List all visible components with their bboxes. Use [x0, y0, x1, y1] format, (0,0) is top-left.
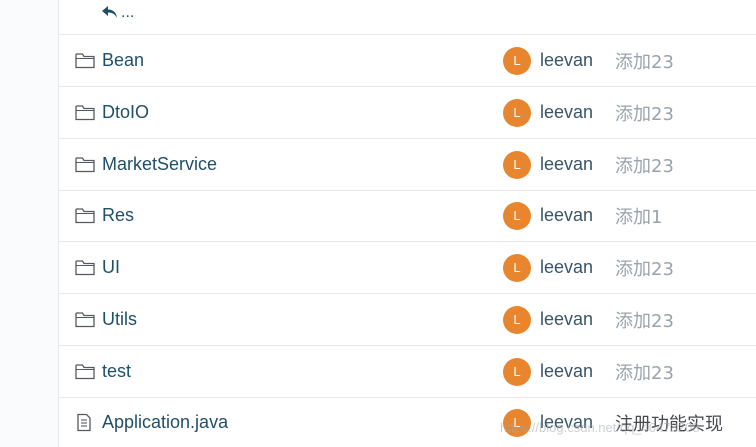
file-name-link[interactable]: MarketService: [75, 139, 217, 190]
author-name: leevan: [540, 154, 594, 174]
file-list: ... Bean L leevan 添加23 DtoIO L leevan 添加…: [59, 0, 756, 447]
avatar: L: [503, 201, 531, 230]
folder-icon: [75, 362, 97, 382]
parent-directory-link[interactable]: ...: [101, 0, 134, 24]
file-row: DtoIO L leevan 添加23: [59, 87, 756, 139]
folder-icon: [75, 103, 97, 123]
file-name: Res: [102, 205, 135, 225]
file-row: MarketService L leevan 添加23: [59, 139, 756, 191]
author[interactable]: L leevan: [503, 190, 593, 241]
folder-icon: [75, 258, 97, 278]
author-name: leevan: [540, 102, 594, 122]
folder-icon: [75, 51, 97, 71]
file-name-link[interactable]: test: [75, 346, 131, 397]
file-name-link[interactable]: Application.java: [75, 397, 228, 447]
author-name: leevan: [540, 361, 594, 381]
file-row: Res L leevan 添加1: [59, 190, 756, 242]
file-name: MarketService: [102, 154, 218, 174]
file-name: UI: [102, 257, 120, 277]
commit-message[interactable]: 添加23: [615, 35, 674, 86]
author[interactable]: L leevan: [503, 87, 593, 138]
avatar: L: [503, 98, 531, 127]
file-name: Bean: [102, 50, 145, 70]
folder-icon: [75, 206, 97, 226]
commit-message[interactable]: 添加23: [615, 242, 674, 293]
commit-message[interactable]: 添加23: [615, 294, 674, 345]
author[interactable]: L leevan: [503, 346, 593, 397]
reply-arrow-icon: [101, 4, 119, 20]
file-name-link[interactable]: Bean: [75, 35, 144, 86]
file-text-icon: [75, 413, 97, 433]
file-name-link[interactable]: Res: [75, 190, 134, 241]
folder-icon: [75, 310, 97, 330]
file-name: test: [102, 361, 132, 381]
parent-directory-row: ...: [59, 0, 756, 35]
author-name: leevan: [540, 205, 594, 225]
parent-directory-label: ...: [121, 4, 135, 21]
commit-message[interactable]: 添加23: [615, 346, 674, 397]
author-name: leevan: [540, 309, 594, 329]
file-row: test L leevan 添加23: [59, 346, 756, 398]
author-name: leevan: [540, 50, 594, 70]
avatar: L: [503, 46, 531, 75]
author[interactable]: L leevan: [503, 242, 593, 293]
file-name: Utils: [102, 309, 137, 329]
file-name: Application.java: [102, 412, 229, 432]
author[interactable]: L leevan: [503, 294, 593, 345]
watermark: https://blog.csdn.net/qq_40478208: [500, 420, 700, 435]
folder-icon: [75, 155, 97, 175]
avatar: L: [503, 150, 531, 179]
commit-message[interactable]: 添加23: [615, 87, 674, 138]
file-row: Bean L leevan 添加23: [59, 35, 756, 87]
avatar: L: [503, 253, 531, 282]
file-name: DtoIO: [102, 102, 150, 122]
author[interactable]: L leevan: [503, 35, 593, 86]
author-name: leevan: [540, 257, 594, 277]
commit-message[interactable]: 添加1: [615, 190, 662, 241]
avatar: L: [503, 305, 531, 334]
repository-file-browser: ... Bean L leevan 添加23 DtoIO L leevan 添加…: [0, 0, 756, 447]
file-row: UI L leevan 添加23: [59, 242, 756, 294]
file-row: Utils L leevan 添加23: [59, 294, 756, 346]
file-name-link[interactable]: DtoIO: [75, 87, 149, 138]
author[interactable]: L leevan: [503, 139, 593, 190]
file-name-link[interactable]: Utils: [75, 294, 137, 345]
left-gutter: [0, 0, 59, 447]
commit-message[interactable]: 添加23: [615, 139, 674, 190]
file-name-link[interactable]: UI: [75, 242, 120, 293]
avatar: L: [503, 357, 531, 386]
